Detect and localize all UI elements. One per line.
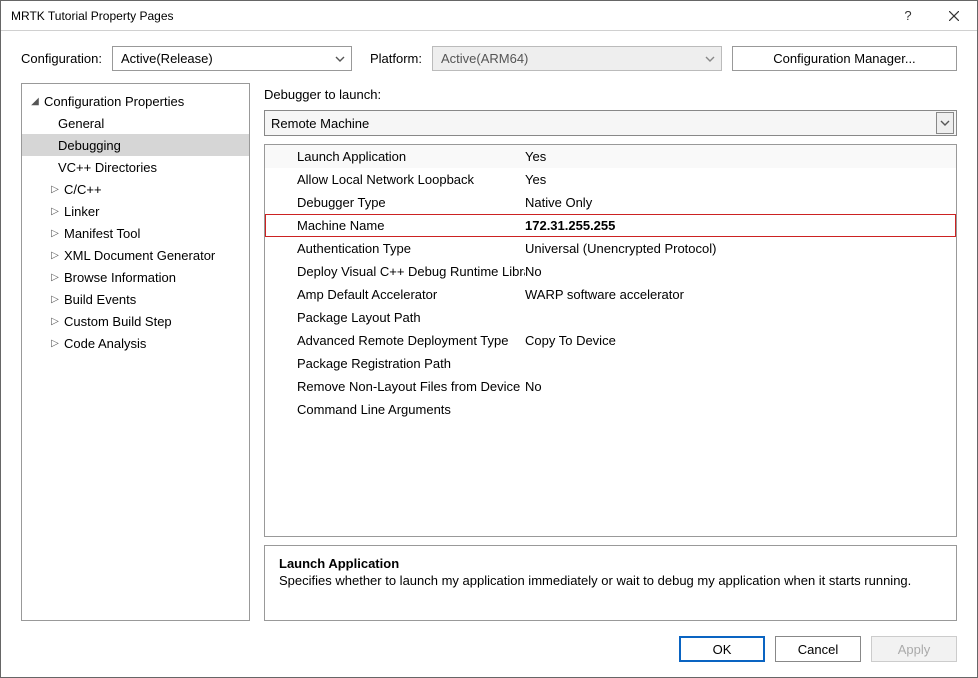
tree-item[interactable]: General bbox=[22, 112, 249, 134]
property-value[interactable]: Native Only bbox=[525, 195, 956, 210]
expander-expand-icon[interactable]: ▷ bbox=[50, 228, 60, 239]
chevron-down-icon bbox=[703, 52, 717, 66]
configuration-manager-button[interactable]: Configuration Manager... bbox=[732, 46, 957, 71]
configuration-dropdown[interactable]: Active(Release) bbox=[112, 46, 352, 71]
property-name: Package Registration Path bbox=[265, 356, 525, 371]
property-name: Debugger Type bbox=[265, 195, 525, 210]
tree-item[interactable]: Debugging bbox=[22, 134, 249, 156]
apply-button: Apply bbox=[871, 636, 957, 662]
property-row[interactable]: Remove Non-Layout Files from DeviceNo bbox=[265, 375, 956, 398]
property-name: Allow Local Network Loopback bbox=[265, 172, 525, 187]
tree-item[interactable]: ▷ C/C++ bbox=[22, 178, 249, 200]
property-row[interactable]: Debugger TypeNative Only bbox=[265, 191, 956, 214]
property-row[interactable]: Advanced Remote Deployment TypeCopy To D… bbox=[265, 329, 956, 352]
configuration-value: Active(Release) bbox=[121, 51, 213, 66]
property-value[interactable]: Yes bbox=[525, 149, 956, 164]
debugger-launch-value: Remote Machine bbox=[271, 116, 369, 131]
platform-label: Platform: bbox=[370, 51, 422, 66]
dialog-window: MRTK Tutorial Property Pages ? Configura… bbox=[0, 0, 978, 678]
help-button[interactable]: ? bbox=[885, 1, 931, 31]
tree-item-label: General bbox=[58, 116, 104, 131]
right-panel: Debugger to launch: Remote Machine Launc… bbox=[264, 83, 957, 621]
expander-expand-icon[interactable]: ▷ bbox=[50, 250, 60, 261]
expander-expand-icon[interactable]: ▷ bbox=[50, 294, 60, 305]
property-row[interactable]: Allow Local Network LoopbackYes bbox=[265, 168, 956, 191]
configuration-label: Configuration: bbox=[21, 51, 102, 66]
tree-item-label: Manifest Tool bbox=[64, 226, 140, 241]
tree-item[interactable]: ▷ Manifest Tool bbox=[22, 222, 249, 244]
property-name: Authentication Type bbox=[265, 241, 525, 256]
tree-item-label: Code Analysis bbox=[64, 336, 146, 351]
expander-expand-icon[interactable]: ▷ bbox=[50, 206, 60, 217]
description-title: Launch Application bbox=[279, 556, 942, 571]
chevron-down-icon bbox=[936, 112, 954, 134]
cancel-button[interactable]: Cancel bbox=[775, 636, 861, 662]
property-row[interactable]: Amp Default AcceleratorWARP software acc… bbox=[265, 283, 956, 306]
tree-item-label: C/C++ bbox=[64, 182, 102, 197]
property-name: Command Line Arguments bbox=[265, 402, 525, 417]
tree-root[interactable]: ◢ Configuration Properties bbox=[22, 90, 249, 112]
property-name: Machine Name bbox=[265, 218, 525, 233]
property-row[interactable]: Deploy Visual C++ Debug Runtime Librarie… bbox=[265, 260, 956, 283]
property-value[interactable]: No bbox=[525, 264, 956, 279]
property-name: Advanced Remote Deployment Type bbox=[265, 333, 525, 348]
property-name: Remove Non-Layout Files from Device bbox=[265, 379, 525, 394]
tree-item[interactable]: ▷ Browse Information bbox=[22, 266, 249, 288]
property-row[interactable]: Launch ApplicationYes bbox=[265, 145, 956, 168]
platform-dropdown[interactable]: Active(ARM64) bbox=[432, 46, 722, 71]
property-row[interactable]: Command Line Arguments bbox=[265, 398, 956, 421]
tree-item[interactable]: ▷ Custom Build Step bbox=[22, 310, 249, 332]
chevron-down-icon bbox=[333, 52, 347, 66]
tree-root-label: Configuration Properties bbox=[44, 94, 184, 109]
tree-item-label: Browse Information bbox=[64, 270, 176, 285]
ok-button[interactable]: OK bbox=[679, 636, 765, 662]
property-row[interactable]: Authentication TypeUniversal (Unencrypte… bbox=[265, 237, 956, 260]
debugger-launch-dropdown[interactable]: Remote Machine bbox=[264, 110, 957, 136]
window-title: MRTK Tutorial Property Pages bbox=[11, 9, 885, 23]
property-row[interactable]: Package Registration Path bbox=[265, 352, 956, 375]
platform-value: Active(ARM64) bbox=[441, 51, 528, 66]
expander-expand-icon[interactable]: ▷ bbox=[50, 272, 60, 283]
tree-item-label: Debugging bbox=[58, 138, 121, 153]
tree-item[interactable]: VC++ Directories bbox=[22, 156, 249, 178]
expander-expand-icon[interactable]: ▷ bbox=[50, 316, 60, 327]
property-row[interactable]: Machine Name172.31.255.255 bbox=[265, 214, 956, 237]
property-value[interactable]: Copy To Device bbox=[525, 333, 956, 348]
tree-item-label: Build Events bbox=[64, 292, 136, 307]
property-value[interactable]: Yes bbox=[525, 172, 956, 187]
description-panel: Launch Application Specifies whether to … bbox=[264, 545, 957, 621]
main-area: ◢ Configuration Properties General Debugg… bbox=[1, 83, 977, 633]
tree-item[interactable]: ▷ Build Events bbox=[22, 288, 249, 310]
tree-panel: ◢ Configuration Properties General Debugg… bbox=[21, 83, 250, 621]
tree-item[interactable]: ▷ Linker bbox=[22, 200, 249, 222]
close-icon bbox=[949, 11, 959, 21]
property-value[interactable]: 172.31.255.255 bbox=[525, 218, 956, 233]
debugger-launch-label: Debugger to launch: bbox=[264, 83, 957, 102]
tree-item[interactable]: ▷ XML Document Generator bbox=[22, 244, 249, 266]
close-button[interactable] bbox=[931, 1, 977, 31]
property-name: Deploy Visual C++ Debug Runtime Librarie… bbox=[265, 264, 525, 279]
tree-item-label: Linker bbox=[64, 204, 99, 219]
tree-item-label: VC++ Directories bbox=[58, 160, 157, 175]
tree-item-label: XML Document Generator bbox=[64, 248, 215, 263]
property-name: Amp Default Accelerator bbox=[265, 287, 525, 302]
expander-collapse-icon[interactable]: ◢ bbox=[30, 96, 40, 107]
property-name: Package Layout Path bbox=[265, 310, 525, 325]
property-value[interactable]: WARP software accelerator bbox=[525, 287, 956, 302]
dialog-button-bar: OK Cancel Apply bbox=[1, 633, 977, 677]
config-toolbar: Configuration: Active(Release) Platform:… bbox=[1, 31, 977, 83]
property-value[interactable]: Universal (Unencrypted Protocol) bbox=[525, 241, 956, 256]
tree-item[interactable]: ▷ Code Analysis bbox=[22, 332, 249, 354]
tree-item-label: Custom Build Step bbox=[64, 314, 172, 329]
description-body: Specifies whether to launch my applicati… bbox=[279, 573, 942, 588]
property-row[interactable]: Package Layout Path bbox=[265, 306, 956, 329]
titlebar: MRTK Tutorial Property Pages ? bbox=[1, 1, 977, 31]
property-value[interactable]: No bbox=[525, 379, 956, 394]
property-grid: Launch ApplicationYesAllow Local Network… bbox=[264, 144, 957, 537]
expander-expand-icon[interactable]: ▷ bbox=[50, 338, 60, 349]
property-name: Launch Application bbox=[265, 149, 525, 164]
expander-expand-icon[interactable]: ▷ bbox=[50, 184, 60, 195]
